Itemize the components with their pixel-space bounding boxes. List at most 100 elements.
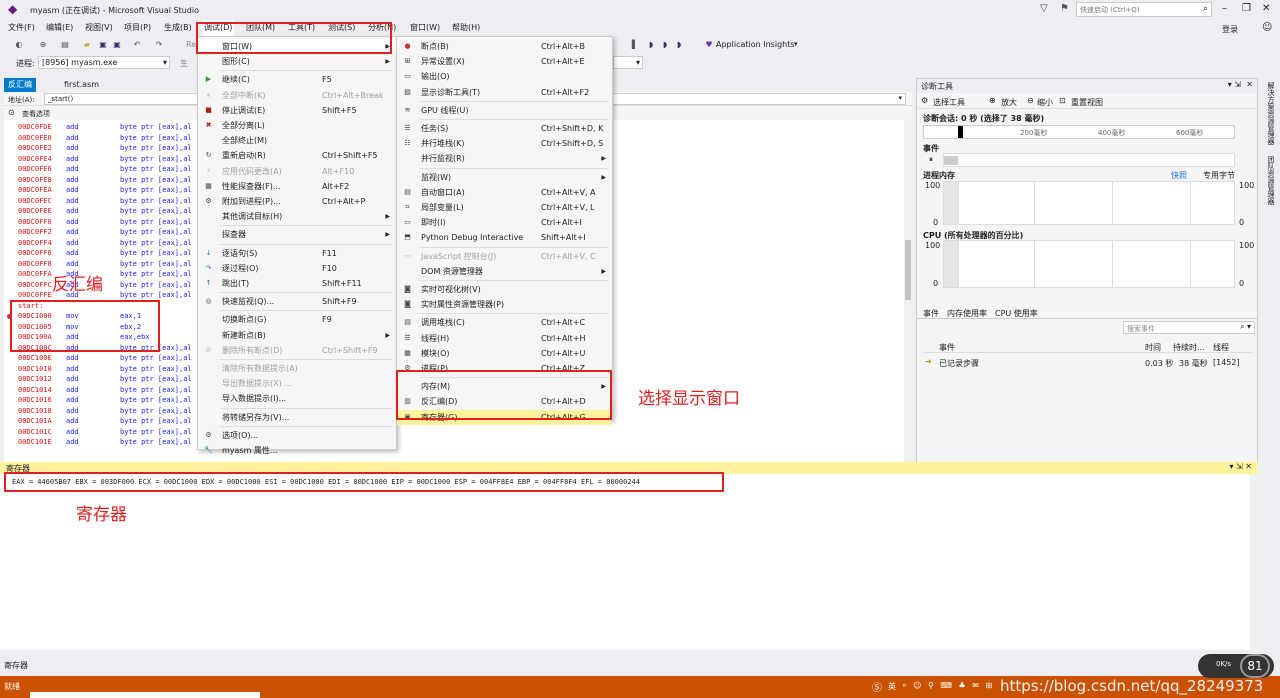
bookmark-icon[interactable]: ◗ [646, 40, 656, 50]
panel-options-icon[interactable]: ▾ ⇲ ✕ [1229, 462, 1252, 471]
menu-item[interactable]: ▨ 显示诊断工具(T) Ctrl+Alt+F2 [397, 85, 612, 100]
asm-row[interactable]: 00DC0FF0 add byte ptr [eax],al [18, 217, 192, 228]
asm-row[interactable]: 00DC1014 add byte ptr [eax],al [18, 385, 192, 396]
tab-first-asm[interactable]: first.asm [60, 78, 103, 92]
feedback-icon[interactable]: ☺ [1262, 22, 1272, 33]
menu-item[interactable]: ◎ 快速监视(Q)... Shift+F9 [198, 294, 396, 309]
tab-team-explorer[interactable]: 团队资源管理器 [1266, 156, 1276, 205]
menu-item[interactable]: ▤ 调用堆栈(C) Ctrl+Alt+C [397, 315, 612, 330]
menu-item[interactable]: ◙ 实时属性资源管理器(P) [397, 297, 612, 312]
tab-registers-bottom[interactable]: 寄存器 [4, 660, 28, 671]
asm-row[interactable]: 00DC0FDE add byte ptr [eax],al [18, 122, 192, 133]
menu-item[interactable]: 🔧 myasm 属性... [198, 443, 396, 458]
asm-row[interactable]: 00DC0FF2 add byte ptr [eax],al [18, 227, 192, 238]
asm-row[interactable]: 00DC0FEA add byte ptr [eax],al [18, 185, 192, 196]
maximize-button[interactable]: ❐ [1242, 3, 1251, 14]
menu-window[interactable]: 窗口(W) [408, 20, 442, 36]
menu-item[interactable]: ⌗ 局部变量(L) Ctrl+Alt+V, L [397, 200, 612, 215]
breakpoint-toolbar-icon[interactable]: ▌ [630, 40, 640, 50]
insights-icon[interactable]: ♥ [704, 40, 714, 50]
process-dropdown[interactable]: [8956] myasm.exe ▾ [38, 56, 170, 69]
menu-item[interactable]: 并行监视(R) ▶ [397, 151, 612, 166]
menu-item[interactable]: ☷ 并行堆栈(K) Ctrl+Shift+D, S [397, 136, 612, 151]
menu-item[interactable]: ▦ 模块(O) Ctrl+Alt+U [397, 346, 612, 361]
asm-row[interactable]: 00DC0FF6 add byte ptr [eax],al [18, 248, 192, 259]
menu-item[interactable]: ▶ 继续(C) F5 [198, 72, 396, 87]
config-dropdown[interactable]: Re [186, 40, 196, 49]
ime-icon[interactable]: Ⓢ [872, 679, 882, 694]
bookmark-prev-icon[interactable]: ◗ [674, 40, 684, 50]
tab-events[interactable]: 事件 [923, 308, 939, 319]
bookmark-next-icon[interactable]: ◗ [660, 40, 670, 50]
menu-item[interactable]: ↻ 重新启动(R) Ctrl+Shift+F5 [198, 148, 396, 163]
filter-icon[interactable]: ▽ [1040, 3, 1048, 14]
back-icon[interactable]: ◐ [14, 40, 24, 50]
asm-row[interactable]: 00DC0FF4 add byte ptr [eax],al [18, 238, 192, 249]
menu-item[interactable]: ↷ 逐过程(O) F10 [198, 261, 396, 276]
menu-item[interactable]: 新建断点(B) ▶ [198, 328, 396, 343]
asm-row[interactable]: 00DC0FF8 add byte ptr [eax],al [18, 259, 192, 270]
menu-item[interactable]: 导出数据提示(X) ... [198, 376, 396, 391]
menu-item[interactable]: ↑ 跳出(T) Shift+F11 [198, 276, 396, 291]
menu-item[interactable]: ⬒ Python Debug Interactive Shift+Alt+I [397, 230, 612, 245]
stack-frame-dropdown[interactable]: ▾ [613, 56, 643, 69]
menu-item[interactable]: ☰ 任务(S) Ctrl+Shift+D, K [397, 121, 612, 136]
close-icon[interactable]: ✕ [1246, 80, 1253, 89]
menu-item[interactable]: 全部终止(M) [198, 133, 396, 148]
notification-icon[interactable]: ⚑ [1060, 3, 1069, 14]
redo-icon[interactable]: ↷ [154, 40, 164, 50]
tab-cpu-usage[interactable]: CPU 使用率 [995, 308, 1038, 319]
asm-row[interactable]: 00DC0FE6 add byte ptr [eax],al [18, 164, 192, 175]
menu-item[interactable]: ⚙ 选项(O)... [198, 428, 396, 443]
menu-item[interactable]: ◙ 实时可视化树(V) [397, 282, 612, 297]
asm-row[interactable]: 00DC0FFE add byte ptr [eax],al [18, 290, 192, 301]
table-row[interactable]: ➜ 已记录步骤 0.03 秒 38 毫秒 [1452] [923, 355, 1253, 369]
save-all-icon[interactable]: ▣ [112, 40, 122, 50]
asm-row[interactable]: 00DC0FE0 add byte ptr [eax],al [18, 133, 192, 144]
menu-item[interactable]: ⚡ 应用代码更改(A) Alt+F10 [198, 164, 396, 179]
col-thread[interactable]: 线程 [1213, 342, 1229, 353]
menu-item[interactable]: 导入数据提示(I)... [198, 391, 396, 406]
vertical-scrollbar[interactable] [1250, 474, 1258, 650]
asm-row[interactable]: 00DC101C add byte ptr [eax],al [18, 427, 192, 438]
asm-row[interactable]: 00DC100E add byte ptr [eax],al [18, 353, 192, 364]
menu-item[interactable]: ✖ 全部分离(L) [198, 118, 396, 133]
open-icon[interactable]: ▰ [82, 40, 92, 50]
col-duration[interactable]: 持续时... [1173, 342, 1205, 353]
asm-row[interactable]: 00DC1018 add byte ptr [eax],al [18, 406, 192, 417]
menu-item[interactable]: ☰ 线程(H) Ctrl+Alt+H [397, 331, 612, 346]
asm-row[interactable]: 00DC0FFA add byte ptr [eax],al [18, 269, 192, 280]
tab-memory-usage[interactable]: 内存使用率 [947, 308, 987, 319]
col-event[interactable]: 事件 [939, 342, 955, 353]
asm-row[interactable]: 00DC0FFC add byte ptr [eax],al [18, 280, 192, 291]
asm-row[interactable]: 00DC101E add byte ptr [eax],al [18, 437, 192, 448]
col-time[interactable]: 时间 [1145, 342, 1161, 353]
menu-item[interactable]: ▤ 自动窗口(A) Ctrl+Alt+V, A [397, 185, 612, 200]
menu-item[interactable]: DOM 资源管理器 ▶ [397, 264, 612, 279]
asm-row[interactable]: 00DC0FEE add byte ptr [eax],al [18, 206, 192, 217]
menu-item[interactable]: 监视(W) ▶ [397, 170, 612, 185]
vertical-scrollbar[interactable] [904, 120, 912, 464]
menu-item[interactable]: ≋ GPU 线程(U) [397, 103, 612, 118]
menu-item[interactable]: ⊞ 异常设置(X) Ctrl+Alt+E [397, 54, 612, 69]
zoom-out-button[interactable]: 缩小 [1037, 97, 1053, 108]
menu-item[interactable]: ▭ 输出(O) [397, 69, 612, 84]
ime-lang[interactable]: 英 [888, 681, 896, 692]
menu-view[interactable]: 视图(V) [83, 20, 115, 36]
new-project-icon[interactable]: ▤ [60, 40, 70, 50]
menu-item[interactable]: ● 断点(B) Ctrl+Alt+B [397, 39, 612, 54]
menu-help[interactable]: 帮助(H) [450, 20, 482, 36]
timeline-ruler[interactable]: 200毫秒 400毫秒 600毫秒 [923, 125, 1235, 139]
tab-solution-explorer[interactable]: 解决方案资源管理器 [1266, 82, 1276, 145]
menu-item[interactable]: ▦ 性能探查器(F)... Alt+F2 [198, 179, 396, 194]
menu-item[interactable]: 探查器 ▶ [198, 227, 396, 242]
menu-item[interactable]: ■ 停止调试(E) Shift+F5 [198, 103, 396, 118]
menu-item[interactable]: 图形(C) ▶ [198, 54, 396, 69]
asm-row[interactable]: 00DC0FE2 add byte ptr [eax],al [18, 143, 192, 154]
asm-row[interactable]: 00DC0FEC add byte ptr [eax],al [18, 196, 192, 207]
tab-disassembly[interactable]: 反汇编 [4, 78, 36, 92]
menu-item[interactable]: 其他调试目标(H) ▶ [198, 209, 396, 224]
registers-panel[interactable]: EAX = 44605B07 EBX = 003DF000 ECX = 00DC… [0, 474, 1258, 650]
menu-project[interactable]: 项目(P) [122, 20, 153, 36]
minimize-button[interactable]: – [1222, 3, 1227, 14]
